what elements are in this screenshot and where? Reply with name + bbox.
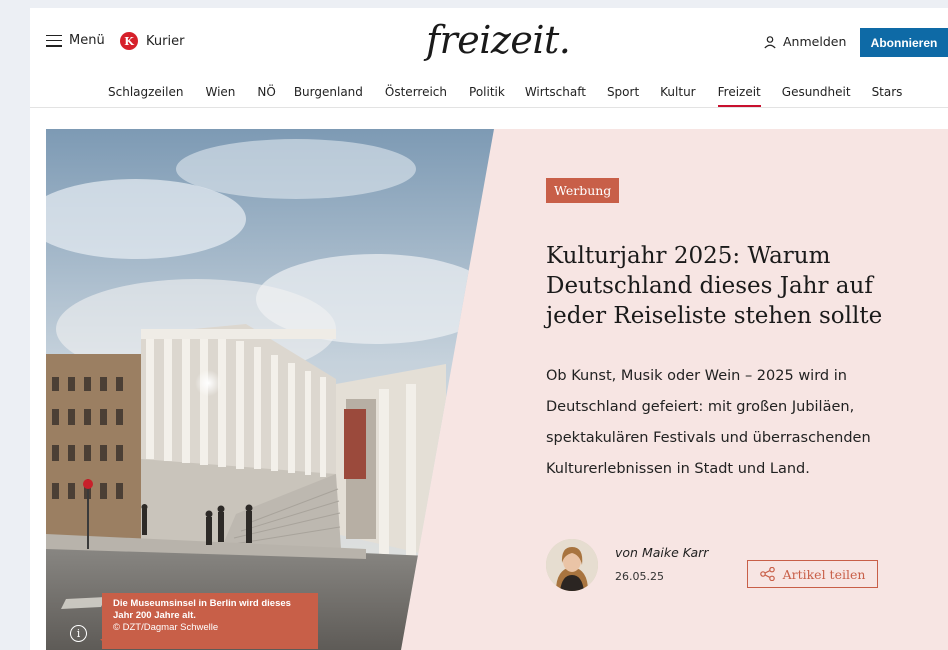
nav-item-freizeit[interactable]: Freizeit	[717, 85, 761, 107]
freizeit-logo[interactable]: freizeit.	[426, 18, 571, 62]
menu-label: Menü	[69, 33, 105, 48]
museum-photo	[46, 129, 494, 650]
kurier-label: Kurier	[146, 33, 185, 49]
kurier-link[interactable]: K Kurier	[120, 32, 184, 50]
user-icon	[764, 35, 776, 48]
site-header: Menü K Kurier freizeit. Anmelden Abonnie…	[30, 8, 948, 78]
hero-image[interactable]: Die Museumsinsel in Berlin wird dieses J…	[46, 129, 496, 650]
image-caption: Die Museumsinsel in Berlin wird dieses J…	[102, 593, 318, 649]
kurier-logo-icon: K	[120, 32, 138, 50]
info-icon[interactable]: i	[70, 625, 87, 642]
nav-item-wien[interactable]: Wien	[205, 85, 235, 107]
login-label: Anmelden	[783, 34, 847, 49]
author-row: von Maike Karr 26.05.25 Artikel teilen	[546, 539, 886, 591]
nav-item-kultur[interactable]: Kultur	[660, 85, 695, 107]
menu-button[interactable]: Menü	[46, 33, 105, 48]
page: Menü K Kurier freizeit. Anmelden Abonnie…	[30, 8, 948, 650]
nav-item-wirtschaft[interactable]: Wirtschaft	[525, 85, 586, 107]
nav-item-politik[interactable]: Politik	[469, 85, 505, 107]
nav-item-sport[interactable]: Sport	[607, 85, 639, 107]
share-icon	[759, 567, 775, 581]
caption-line-1: Die Museumsinsel in Berlin wird dieses	[113, 598, 291, 609]
advertising-badge: Werbung	[546, 178, 620, 203]
article-headline[interactable]: Kulturjahr 2025: Warum Deutschland diese…	[546, 241, 891, 331]
login-button[interactable]: Anmelden	[763, 34, 846, 49]
nav-item-burgenland[interactable]: Burgenland	[294, 85, 363, 107]
nav-item-österreich[interactable]: Österreich	[385, 85, 447, 107]
hamburger-icon	[46, 34, 62, 47]
teaser-content: Werbung Kulturjahr 2025: Warum Deutschla…	[546, 129, 936, 650]
image-credit: © DZT/Dagmar Schwelle	[113, 622, 219, 633]
nav-list: Schlagzeilen Wien NÖ Burgenland Österreich Po…	[108, 85, 902, 107]
author-name[interactable]: von Maike Karr	[615, 545, 708, 560]
nav-item-stars[interactable]: Stars	[872, 85, 903, 107]
subscribe-button[interactable]: Abonnieren	[860, 28, 948, 57]
hero-teaser[interactable]: Die Museumsinsel in Berlin wird dieses J…	[46, 129, 948, 650]
author-avatar	[546, 539, 598, 591]
main-nav: Schlagzeilen Wien NÖ Burgenland Österreich Po…	[30, 78, 948, 108]
article-teaser: Ob Kunst, Musik oder Wein – 2025 wird in…	[546, 368, 871, 477]
nav-item-gesundheit[interactable]: Gesundheit	[782, 85, 851, 107]
publish-date: 26.05.25	[615, 570, 664, 583]
nav-item-nö[interactable]: NÖ	[257, 85, 275, 107]
caption-line-2: Jahr 200 Jahre alt.	[113, 610, 196, 621]
share-label: Artikel teilen	[782, 566, 866, 582]
share-article-button[interactable]: Artikel teilen	[747, 560, 878, 588]
nav-item-schlagzeilen[interactable]: Schlagzeilen	[108, 85, 183, 107]
